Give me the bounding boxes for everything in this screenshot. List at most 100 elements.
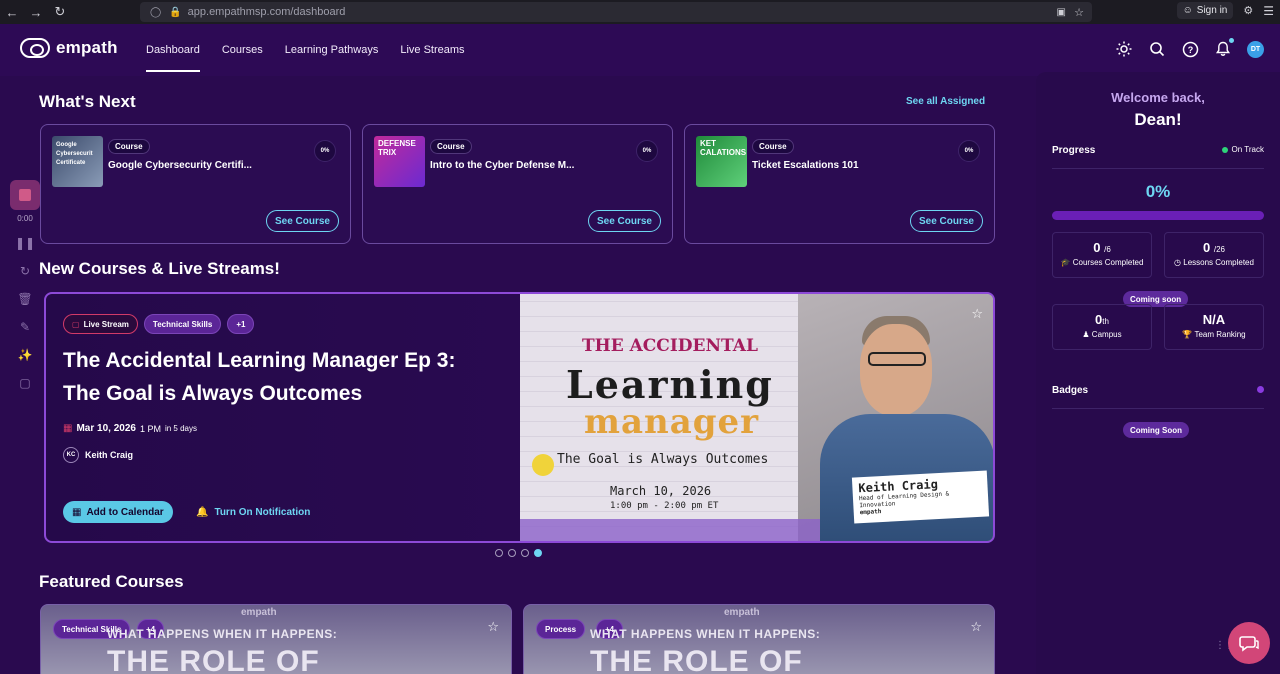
graduation-cap-icon: 🎓 xyxy=(1060,258,1071,267)
chip-label: Live Stream xyxy=(83,319,129,329)
badges-label: Badges xyxy=(1052,385,1089,396)
user-avatar[interactable]: DT xyxy=(1247,40,1264,58)
course-card[interactable]: KET CALATIONS Course Ticket Escalations … xyxy=(684,124,995,244)
stat-total: /6 xyxy=(1104,245,1111,254)
course-name: Google Cybersecurity Certifi... xyxy=(108,160,252,171)
sun-icon[interactable] xyxy=(1115,40,1133,58)
button-label: Add to Calendar xyxy=(86,506,164,518)
live-stream-date: ▦ Mar 10, 2026 1 PM in 5 days xyxy=(63,423,197,434)
see-course-button[interactable]: See Course xyxy=(265,210,339,232)
calendar-icon: ▦ xyxy=(63,423,73,434)
course-card[interactable]: DEFENSE TRIX Course Intro to the Cyber D… xyxy=(362,124,673,244)
extensions-icon[interactable]: ⚙ xyxy=(1243,4,1253,17)
chat-icon xyxy=(1239,636,1259,652)
signin-label: Sign in xyxy=(1196,5,1228,16)
featured-course-card[interactable]: Technical Skills +4 empath WHAT HAPPENS … xyxy=(40,604,512,674)
banner-line-2: Learning xyxy=(566,362,774,407)
logo-text: empath xyxy=(56,38,118,57)
reader-icon[interactable]: ▣ xyxy=(1057,7,1066,18)
add-to-calendar-button[interactable]: ▦ Add to Calendar xyxy=(63,501,173,523)
new-courses-title: New Courses & Live Streams! xyxy=(39,259,280,278)
stat-label-text: Courses Completed xyxy=(1072,258,1144,267)
stat-suffix: th xyxy=(1102,317,1109,326)
account-icon: ☺ xyxy=(1182,5,1193,16)
pen-icon[interactable]: ✎ xyxy=(17,319,33,335)
speaker: KC Keith Craig xyxy=(63,447,133,463)
speaker-nameplate: Keith Craig Head of Learning Design & In… xyxy=(851,470,990,524)
course-name: Intro to the Cyber Defense M... xyxy=(430,160,575,171)
tag-chip: Process xyxy=(536,619,586,639)
camera-icon[interactable]: ▢ xyxy=(17,375,33,391)
effects-icon[interactable]: ✨ xyxy=(17,347,33,363)
stop-record-button[interactable] xyxy=(10,180,40,210)
course-thumbnail: DEFENSE TRIX xyxy=(374,136,425,187)
chat-button[interactable] xyxy=(1228,622,1270,664)
reload-icon[interactable]: ↻ xyxy=(48,0,72,24)
record-timer: 0:00 xyxy=(17,214,33,223)
tag-chip: Technical Skills xyxy=(143,314,222,334)
photo-face xyxy=(860,324,932,416)
thumbnail-text: KET CALATIONS xyxy=(700,139,747,157)
time-text: 1 PM xyxy=(139,423,161,434)
progress-ring: 0% xyxy=(958,140,980,162)
bell-icon: 🔔 xyxy=(196,506,209,518)
favorite-star-icon[interactable]: ☆ xyxy=(971,306,983,322)
stat-label: 🏆 Team Ranking xyxy=(1165,330,1263,339)
stat-number: 0 xyxy=(1093,240,1101,255)
lock-icon: 🔒 xyxy=(169,6,182,18)
bookmark-star-icon[interactable]: ☆ xyxy=(1074,6,1084,19)
more-tags-chip[interactable]: +1 xyxy=(227,314,255,334)
favorite-star-icon[interactable]: ☆ xyxy=(487,619,499,635)
course-thumbnail: Google Cybersecurit Certificate xyxy=(52,136,103,187)
empath-logo[interactable]: empath xyxy=(20,38,118,58)
divider xyxy=(1052,408,1264,409)
turn-on-notification-button[interactable]: 🔔 Turn On Notification xyxy=(196,501,310,523)
card-logo: empath xyxy=(241,607,277,618)
menu-icon[interactable]: ☰ xyxy=(1263,4,1274,18)
forward-icon[interactable]: → xyxy=(24,0,48,24)
campus-rank-stat: 0th ♟ Campus xyxy=(1052,304,1152,350)
signin-button[interactable]: ☺ Sign in xyxy=(1176,2,1234,19)
nav-courses[interactable]: Courses xyxy=(222,24,263,76)
carousel-dot[interactable] xyxy=(521,549,529,557)
carousel-dot[interactable] xyxy=(508,549,516,557)
whats-next-title: What's Next xyxy=(39,92,136,111)
carousel-dots xyxy=(495,549,542,557)
course-thumbnail: KET CALATIONS xyxy=(696,136,747,187)
lightbulb-icon xyxy=(532,454,554,476)
help-icon[interactable]: ? xyxy=(1181,40,1199,58)
see-all-assigned-link[interactable]: See all Assigned xyxy=(906,96,985,107)
stat-value: N/A xyxy=(1202,312,1226,327)
search-icon[interactable] xyxy=(1148,40,1166,58)
favorite-star-icon[interactable]: ☆ xyxy=(970,619,982,635)
trash-icon[interactable]: 🗑 xyxy=(17,291,33,307)
date-text: Mar 10, 2026 xyxy=(76,423,136,434)
progress-ring: 0% xyxy=(636,140,658,162)
address-bar[interactable]: ◯ 🔒 app.empathmsp.com/dashboard ▣ ☆ xyxy=(140,2,1092,22)
card-big-text: THE ROLE OF xyxy=(107,645,320,674)
featured-courses-title: Featured Courses xyxy=(39,572,184,591)
course-card[interactable]: Google Cybersecurit Certificate Course G… xyxy=(40,124,351,244)
calendar-icon: ▦ xyxy=(72,506,82,518)
progress-percent: 0% xyxy=(1145,182,1171,201)
course-badge: Course xyxy=(752,139,794,154)
browser-toolbar: ← → ↻ ◯ 🔒 app.empathmsp.com/dashboard ▣ … xyxy=(0,0,1280,24)
see-course-button[interactable]: See Course xyxy=(909,210,983,232)
back-icon[interactable]: ← xyxy=(0,0,24,24)
carousel-dot[interactable] xyxy=(495,549,503,557)
nav-dashboard[interactable]: Dashboard xyxy=(146,24,200,76)
live-stream-title[interactable]: The Accidental Learning Manager Ep 3: Th… xyxy=(63,344,493,410)
see-course-button[interactable]: See Course xyxy=(587,210,661,232)
restart-icon[interactable]: ↻ xyxy=(17,263,33,279)
bell-icon[interactable] xyxy=(1214,38,1234,58)
live-stream-hero-card[interactable]: ▢ Live Stream Technical Skills +1 The Acc… xyxy=(44,292,995,543)
carousel-dot-active[interactable] xyxy=(534,549,542,557)
nav-live-streams[interactable]: Live Streams xyxy=(400,24,464,76)
notification-dot xyxy=(1229,38,1234,43)
featured-course-card[interactable]: Process +4 empath WHAT HAPPENS WHEN IT H… xyxy=(523,604,995,674)
paint-smear xyxy=(520,519,820,541)
logo-mark-icon xyxy=(20,38,50,58)
pause-icon[interactable]: ❚❚ xyxy=(15,235,35,251)
nav-learning-pathways[interactable]: Learning Pathways xyxy=(285,24,379,76)
stat-label-text: Lessons Completed xyxy=(1183,258,1254,267)
